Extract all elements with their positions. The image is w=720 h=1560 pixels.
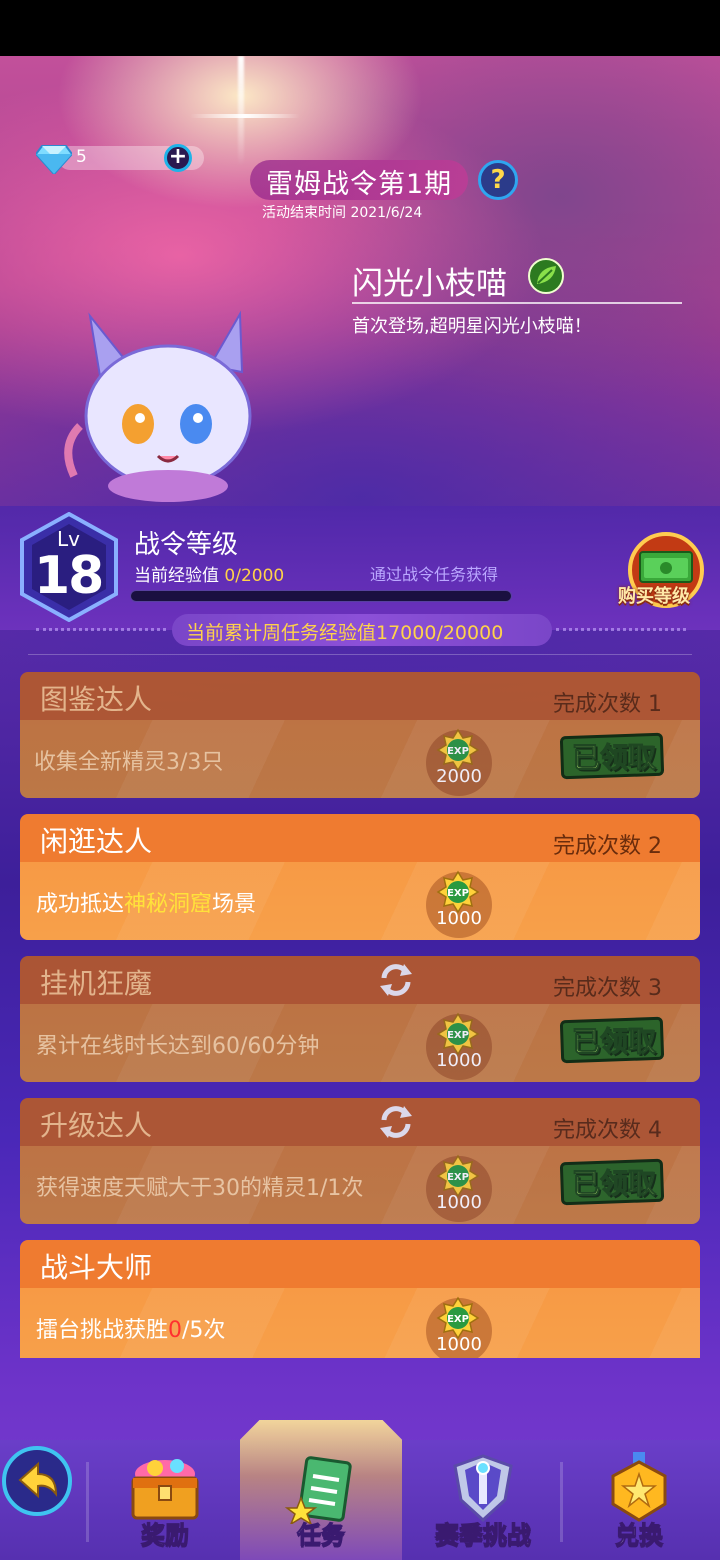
current-exp-label: 当前经验值 0/2000 — [134, 561, 284, 586]
current-exp-text: 当前经验值 — [134, 566, 225, 586]
svg-text:EXP: EXP — [447, 746, 469, 757]
grass-type-icon — [528, 258, 564, 294]
currency-value: 5 — [76, 147, 87, 167]
tab-exchange-label: 兑换 — [615, 1521, 664, 1550]
page-title: 雷姆战令第1期 — [266, 169, 453, 200]
task-description-text: 擂台挑战获胜 — [36, 1318, 169, 1343]
task-description-text: /5次 — [182, 1318, 226, 1343]
pet-description: 首次登场,超明星闪光小枝喵！ — [352, 316, 592, 337]
claimed-status: 已领取 — [571, 1167, 657, 1201]
exp-reward-amount: 2000 — [436, 766, 482, 787]
back-arrow-icon — [18, 1461, 58, 1499]
task-complete-count: 完成次数 1 — [553, 692, 662, 717]
task-card: 闲逛达人 完成次数 2 成功抵达神秘洞窟场景 EXP 1000 — [20, 814, 700, 940]
task-list-icon — [284, 1456, 352, 1524]
pet-character-image — [64, 310, 252, 502]
svg-text:EXP: EXP — [447, 888, 469, 899]
task-progress-current: 0 — [168, 1318, 183, 1343]
add-currency-button[interactable]: + — [164, 144, 192, 172]
task-name: 挂机狂魔 — [40, 967, 153, 1000]
task-description: 累计在线时长达到60/60分钟 — [36, 1034, 320, 1059]
light-flare — [190, 114, 300, 118]
level-number: 18 — [34, 546, 104, 606]
event-end-time: 活动结束时间 2021/6/24 — [262, 205, 423, 221]
repeat-icon — [380, 964, 412, 996]
task-name: 闲逛达人 — [40, 825, 153, 858]
tab-tasks-label: 任务 — [297, 1521, 346, 1550]
task-description: 获得速度天赋大于30的精灵1/1次 — [36, 1176, 364, 1201]
svg-text:EXP: EXP — [447, 1030, 469, 1041]
diamond-icon — [36, 145, 72, 174]
task-name: 战斗大师 — [40, 1251, 153, 1284]
task-card: 图鉴达人 完成次数 1 收集全新精灵3/3只 EXP 2000 已领取 — [20, 672, 700, 798]
exp-source-hint: 通过战令任务获得 — [370, 565, 499, 584]
divider — [352, 302, 682, 304]
task-name: 图鉴达人 — [40, 683, 153, 716]
exp-reward-amount: 1000 — [436, 1192, 482, 1213]
divider — [560, 1462, 563, 1542]
task-name: 升级达人 — [40, 1109, 153, 1142]
divider — [36, 628, 166, 632]
task-description: 成功抵达神秘洞窟场景 — [36, 886, 256, 918]
light-flare — [238, 56, 244, 166]
task-complete-count: 完成次数 3 — [553, 976, 662, 1001]
svg-text:EXP: EXP — [447, 1172, 469, 1183]
repeat-icon — [380, 1106, 412, 1138]
exp-reward-amount: 1000 — [436, 908, 482, 929]
exp-progress-bar — [130, 590, 512, 602]
task-card: 挂机狂魔 完成次数 3 累计在线时长达到60/60分钟 EXP 1000 已领取 — [20, 956, 700, 1082]
tab-rewards[interactable]: 奖励 — [90, 1440, 240, 1560]
svg-text:EXP: EXP — [447, 1314, 469, 1325]
exp-reward-amount: 1000 — [436, 1334, 482, 1355]
divider — [86, 1462, 89, 1542]
task-description: 擂台挑战获胜0/5次 — [36, 1312, 225, 1344]
back-button[interactable] — [2, 1446, 72, 1516]
exp-reward-amount: 1000 — [436, 1050, 482, 1071]
currency-widget: 5 + — [36, 142, 204, 174]
task-card: 升级达人 完成次数 4 获得速度天赋大于30的精灵1/1次 EXP 1000 已… — [20, 1098, 700, 1224]
task-description: 收集全新精灵3/3只 — [34, 750, 224, 775]
task-location-highlight: 神秘洞窟 — [124, 892, 213, 917]
help-button[interactable]: ? — [478, 160, 518, 200]
battle-pass-level-title: 战令等级 — [134, 530, 239, 560]
task-complete-count: 完成次数 4 — [553, 1118, 662, 1143]
divider — [28, 654, 692, 655]
task-description-text: 场景 — [212, 892, 257, 917]
task-description-text: 成功抵达 — [36, 892, 125, 917]
tab-rewards-label: 奖励 — [141, 1521, 190, 1550]
exchange-badge-icon — [611, 1452, 667, 1522]
divider — [556, 628, 686, 632]
buy-level-button[interactable]: 购买等级 — [618, 582, 690, 608]
treasure-chest-icon — [131, 1459, 199, 1520]
tab-season-challenge-label: 赛季挑战 — [435, 1521, 532, 1550]
pet-name: 闪光小枝喵 — [352, 266, 507, 302]
status-bar — [0, 0, 720, 56]
tab-season-challenge[interactable]: 赛季挑战 — [408, 1440, 558, 1560]
claimed-status: 已领取 — [571, 741, 657, 775]
current-exp-value: 0/2000 — [224, 566, 285, 586]
task-complete-count: 完成次数 2 — [553, 834, 662, 859]
claimed-status: 已领取 — [571, 1025, 657, 1059]
tab-exchange[interactable]: 兑换 — [564, 1440, 714, 1560]
trophy-shield-icon — [453, 1454, 513, 1523]
tab-tasks[interactable]: 任务 — [246, 1440, 396, 1560]
task-card: 战斗大师 擂台挑战获胜0/5次 EXP 1000 — [20, 1240, 700, 1358]
weekly-exp-text: 当前累计周任务经验值17000/20000 — [186, 622, 504, 644]
